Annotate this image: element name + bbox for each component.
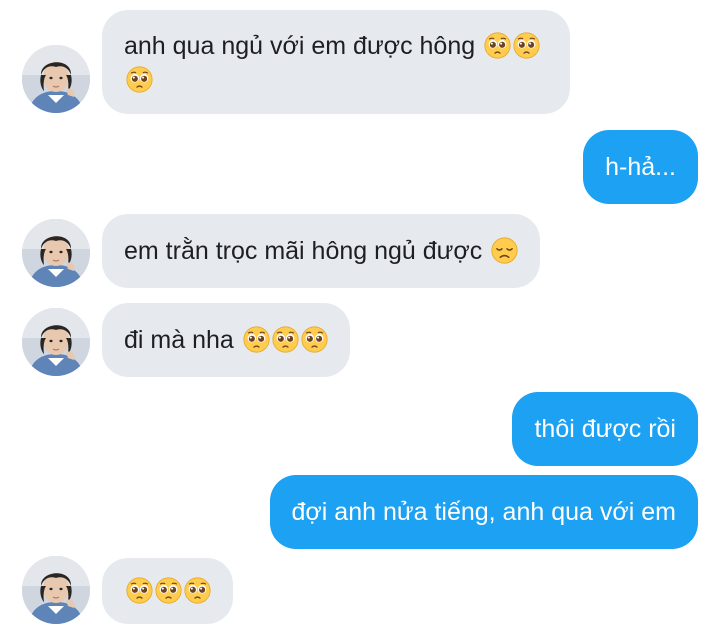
pleading-face-icon <box>126 577 153 604</box>
chat-thread: anh qua ngủ với em được hông h-hả... em … <box>0 0 720 634</box>
contact-avatar[interactable] <box>22 45 90 113</box>
outgoing-message[interactable]: đợi anh nửa tiếng, anh qua với em <box>269 475 698 549</box>
contact-avatar[interactable] <box>22 556 90 624</box>
message-text: em trằn trọc mãi hông ngủ được <box>124 237 483 265</box>
pleading-face-icon <box>272 326 299 353</box>
contact-avatar[interactable] <box>22 308 90 376</box>
pleading-face-icon <box>155 577 182 604</box>
pleading-face-icon <box>243 326 270 353</box>
incoming-message[interactable]: em trằn trọc mãi hông ngủ được <box>102 214 541 288</box>
incoming-message[interactable]: anh qua ngủ với em được hông <box>102 10 570 114</box>
incoming-message[interactable] <box>102 558 233 624</box>
contact-avatar[interactable] <box>22 219 90 287</box>
pleading-face-icon <box>126 66 153 93</box>
pleading-face-icon <box>513 32 540 59</box>
outgoing-message[interactable]: thôi được rồi <box>512 392 698 466</box>
message-text: h-hả... <box>605 153 676 181</box>
message-text: đợi anh nửa tiếng, anh qua với em <box>291 498 677 526</box>
message-text: thôi được rồi <box>534 415 676 443</box>
pleading-face-icon <box>184 577 211 604</box>
disappointed-face-icon <box>491 237 518 264</box>
message-text: đi mà nha <box>124 326 234 354</box>
outgoing-message[interactable]: h-hả... <box>583 130 698 204</box>
pleading-face-icon <box>484 32 511 59</box>
pleading-face-icon <box>301 326 328 353</box>
incoming-message[interactable]: đi mà nha <box>102 303 350 377</box>
message-text: anh qua ngủ với em được hông <box>124 32 476 60</box>
